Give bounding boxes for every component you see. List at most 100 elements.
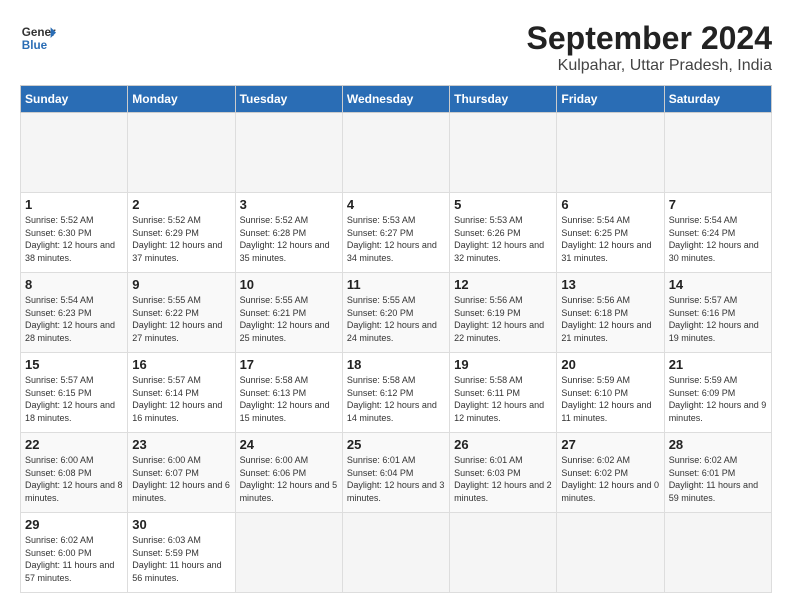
day-number: 12 — [454, 277, 552, 292]
day-content: Sunrise: 5:56 AM Sunset: 6:19 PM Dayligh… — [454, 294, 552, 344]
day-number: 20 — [561, 357, 659, 372]
calendar-cell — [557, 113, 664, 193]
day-number: 24 — [240, 437, 338, 452]
day-number: 11 — [347, 277, 445, 292]
calendar-cell: 20 Sunrise: 5:59 AM Sunset: 6:10 PM Dayli… — [557, 353, 664, 433]
svg-text:Blue: Blue — [22, 39, 48, 52]
day-content: Sunrise: 5:53 AM Sunset: 6:27 PM Dayligh… — [347, 214, 445, 264]
calendar-week-row: 22Sunrise: 6:00 AM Sunset: 6:08 PM Dayli… — [21, 433, 772, 513]
day-content: Sunrise: 6:00 AM Sunset: 6:07 PM Dayligh… — [132, 454, 230, 504]
calendar-cell: 11 Sunrise: 5:55 AM Sunset: 6:20 PM Dayli… — [342, 273, 449, 353]
day-number: 8 — [25, 277, 123, 292]
day-content: Sunrise: 6:00 AM Sunset: 6:06 PM Dayligh… — [240, 454, 338, 504]
column-header-thursday: Thursday — [450, 86, 557, 113]
location-title: Kulpahar, Uttar Pradesh, India — [527, 57, 772, 75]
day-content: Sunrise: 5:52 AM Sunset: 6:30 PM Dayligh… — [25, 214, 123, 264]
calendar-week-row: 15 Sunrise: 5:57 AM Sunset: 6:15 PM Dayli… — [21, 353, 772, 433]
day-number: 30 — [132, 517, 230, 532]
day-content: Sunrise: 5:57 AM Sunset: 6:16 PM Dayligh… — [669, 294, 767, 344]
calendar-cell: 29Sunrise: 6:02 AM Sunset: 6:00 PM Dayli… — [21, 513, 128, 593]
day-content: Sunrise: 5:57 AM Sunset: 6:15 PM Dayligh… — [25, 374, 123, 424]
day-number: 19 — [454, 357, 552, 372]
calendar-cell — [342, 513, 449, 593]
calendar-table: SundayMondayTuesdayWednesdayThursdayFrid… — [20, 85, 772, 593]
column-header-friday: Friday — [557, 86, 664, 113]
calendar-cell: 13Sunrise: 5:56 AM Sunset: 6:18 PM Dayli… — [557, 273, 664, 353]
calendar-cell: 24 Sunrise: 6:00 AM Sunset: 6:06 PM Dayli… — [235, 433, 342, 513]
column-header-tuesday: Tuesday — [235, 86, 342, 113]
day-content: Sunrise: 5:59 AM Sunset: 6:10 PM Dayligh… — [561, 374, 659, 424]
calendar-cell — [557, 513, 664, 593]
day-number: 4 — [347, 197, 445, 212]
day-number: 7 — [669, 197, 767, 212]
day-number: 10 — [240, 277, 338, 292]
calendar-cell: 12 Sunrise: 5:56 AM Sunset: 6:19 PM Dayli… — [450, 273, 557, 353]
day-content: Sunrise: 6:02 AM Sunset: 6:00 PM Dayligh… — [25, 534, 123, 584]
day-content: Sunrise: 5:54 AM Sunset: 6:24 PM Dayligh… — [669, 214, 767, 264]
day-number: 23 — [132, 437, 230, 452]
day-content: Sunrise: 5:58 AM Sunset: 6:11 PM Dayligh… — [454, 374, 552, 424]
calendar-cell — [664, 513, 771, 593]
day-content: Sunrise: 6:02 AM Sunset: 6:01 PM Dayligh… — [669, 454, 767, 504]
calendar-cell — [450, 513, 557, 593]
calendar-week-row: 8 Sunrise: 5:54 AM Sunset: 6:23 PM Daylig… — [21, 273, 772, 353]
calendar-cell: 3 Sunrise: 5:52 AM Sunset: 6:28 PM Daylig… — [235, 193, 342, 273]
day-content: Sunrise: 6:01 AM Sunset: 6:03 PM Dayligh… — [454, 454, 552, 504]
calendar-cell: 27Sunrise: 6:02 AM Sunset: 6:02 PM Dayli… — [557, 433, 664, 513]
calendar-cell — [235, 513, 342, 593]
day-content: Sunrise: 6:01 AM Sunset: 6:04 PM Dayligh… — [347, 454, 445, 504]
day-number: 21 — [669, 357, 767, 372]
calendar-cell — [21, 113, 128, 193]
day-content: Sunrise: 5:59 AM Sunset: 6:09 PM Dayligh… — [669, 374, 767, 424]
day-number: 18 — [347, 357, 445, 372]
calendar-cell — [342, 113, 449, 193]
title-block: September 2024 Kulpahar, Uttar Pradesh, … — [527, 20, 772, 75]
calendar-cell: 8 Sunrise: 5:54 AM Sunset: 6:23 PM Daylig… — [21, 273, 128, 353]
day-number: 22 — [25, 437, 123, 452]
day-content: Sunrise: 5:54 AM Sunset: 6:23 PM Dayligh… — [25, 294, 123, 344]
day-content: Sunrise: 5:52 AM Sunset: 6:29 PM Dayligh… — [132, 214, 230, 264]
day-number: 15 — [25, 357, 123, 372]
calendar-cell: 2 Sunrise: 5:52 AM Sunset: 6:29 PM Daylig… — [128, 193, 235, 273]
page-header: General Blue September 2024 Kulpahar, Ut… — [20, 20, 772, 75]
day-number: 9 — [132, 277, 230, 292]
calendar-cell: 5 Sunrise: 5:53 AM Sunset: 6:26 PM Daylig… — [450, 193, 557, 273]
calendar-cell: 7 Sunrise: 5:54 AM Sunset: 6:24 PM Daylig… — [664, 193, 771, 273]
day-number: 2 — [132, 197, 230, 212]
day-content: Sunrise: 5:52 AM Sunset: 6:28 PM Dayligh… — [240, 214, 338, 264]
day-content: Sunrise: 6:03 AM Sunset: 5:59 PM Dayligh… — [132, 534, 230, 584]
calendar-cell: 23 Sunrise: 6:00 AM Sunset: 6:07 PM Dayli… — [128, 433, 235, 513]
day-number: 16 — [132, 357, 230, 372]
day-number: 17 — [240, 357, 338, 372]
day-content: Sunrise: 5:58 AM Sunset: 6:13 PM Dayligh… — [240, 374, 338, 424]
column-header-wednesday: Wednesday — [342, 86, 449, 113]
day-number: 27 — [561, 437, 659, 452]
day-number: 1 — [25, 197, 123, 212]
calendar-cell: 15 Sunrise: 5:57 AM Sunset: 6:15 PM Dayli… — [21, 353, 128, 433]
calendar-week-row: 1 Sunrise: 5:52 AM Sunset: 6:30 PM Daylig… — [21, 193, 772, 273]
day-number: 5 — [454, 197, 552, 212]
column-header-saturday: Saturday — [664, 86, 771, 113]
calendar-cell: 6Sunrise: 5:54 AM Sunset: 6:25 PM Daylig… — [557, 193, 664, 273]
day-number: 3 — [240, 197, 338, 212]
day-content: Sunrise: 5:55 AM Sunset: 6:20 PM Dayligh… — [347, 294, 445, 344]
calendar-cell: 17 Sunrise: 5:58 AM Sunset: 6:13 PM Dayli… — [235, 353, 342, 433]
day-content: Sunrise: 5:53 AM Sunset: 6:26 PM Dayligh… — [454, 214, 552, 264]
day-content: Sunrise: 5:57 AM Sunset: 6:14 PM Dayligh… — [132, 374, 230, 424]
calendar-cell: 28Sunrise: 6:02 AM Sunset: 6:01 PM Dayli… — [664, 433, 771, 513]
calendar-cell: 1 Sunrise: 5:52 AM Sunset: 6:30 PM Daylig… — [21, 193, 128, 273]
calendar-week-row — [21, 113, 772, 193]
column-header-monday: Monday — [128, 86, 235, 113]
calendar-cell: 9Sunrise: 5:55 AM Sunset: 6:22 PM Daylig… — [128, 273, 235, 353]
logo-icon: General Blue — [20, 20, 56, 56]
day-content: Sunrise: 5:58 AM Sunset: 6:12 PM Dayligh… — [347, 374, 445, 424]
calendar-cell: 26Sunrise: 6:01 AM Sunset: 6:03 PM Dayli… — [450, 433, 557, 513]
calendar-cell: 22Sunrise: 6:00 AM Sunset: 6:08 PM Dayli… — [21, 433, 128, 513]
calendar-cell — [450, 113, 557, 193]
calendar-cell: 4 Sunrise: 5:53 AM Sunset: 6:27 PM Daylig… — [342, 193, 449, 273]
day-content: Sunrise: 5:54 AM Sunset: 6:25 PM Dayligh… — [561, 214, 659, 264]
day-content: Sunrise: 5:55 AM Sunset: 6:21 PM Dayligh… — [240, 294, 338, 344]
calendar-week-row: 29Sunrise: 6:02 AM Sunset: 6:00 PM Dayli… — [21, 513, 772, 593]
calendar-cell: 30 Sunrise: 6:03 AM Sunset: 5:59 PM Dayli… — [128, 513, 235, 593]
calendar-cell: 25Sunrise: 6:01 AM Sunset: 6:04 PM Dayli… — [342, 433, 449, 513]
